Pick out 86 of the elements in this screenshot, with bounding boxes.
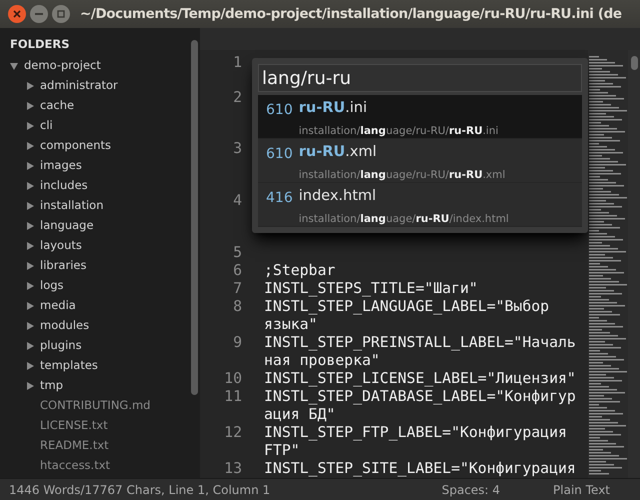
- line-number: 7: [232, 280, 242, 298]
- collapsed-arrow-icon[interactable]: [26, 322, 34, 330]
- result-score: 610: [266, 145, 293, 162]
- folder-item[interactable]: libraries: [40, 257, 86, 275]
- collapsed-arrow-icon[interactable]: [26, 382, 34, 390]
- collapsed-arrow-icon[interactable]: [26, 262, 34, 270]
- line-number: 1: [232, 54, 242, 72]
- syntax-status[interactable]: Plain Text: [553, 480, 610, 498]
- collapsed-arrow-icon[interactable]: [26, 222, 34, 230]
- collapsed-arrow-icon[interactable]: [26, 302, 34, 310]
- maximize-icon: [57, 10, 65, 18]
- folder-item[interactable]: language: [40, 217, 94, 235]
- result-score: 416: [266, 189, 293, 206]
- collapsed-arrow-icon[interactable]: [26, 122, 34, 130]
- folder-item[interactable]: templates: [40, 357, 98, 375]
- folder-item[interactable]: logs: [40, 277, 64, 295]
- file-item[interactable]: LICENSE.txt: [40, 417, 108, 435]
- minimize-button[interactable]: [30, 5, 48, 23]
- folder-item[interactable]: cli: [40, 117, 53, 135]
- minimize-icon: [35, 13, 43, 15]
- maximize-button[interactable]: [52, 5, 70, 23]
- result-item[interactable]: 610 ru-RU.xml installation/language/ru-RU/ru-RU.xml: [258, 139, 582, 183]
- indentation-status[interactable]: Spaces: 4: [442, 480, 500, 498]
- search-field[interactable]: lang/ru-ru: [258, 64, 582, 92]
- folder-item[interactable]: media: [40, 297, 76, 315]
- line-number: 5: [232, 244, 242, 262]
- line-number: 9: [232, 334, 242, 352]
- collapsed-arrow-icon[interactable]: [26, 242, 34, 250]
- result-name: ru-RU.xml: [298, 143, 378, 162]
- folder-item[interactable]: images: [40, 157, 82, 175]
- scrollbar-thumb[interactable]: [190, 40, 198, 395]
- folder-item[interactable]: installation: [40, 197, 104, 215]
- collapsed-arrow-icon[interactable]: [26, 82, 34, 90]
- result-score: 610: [266, 101, 293, 118]
- collapsed-arrow-icon[interactable]: [26, 182, 34, 190]
- code-line: INSTL_STEP_FTP_LABEL="Конфигурация FTP": [264, 424, 568, 460]
- line-number: 3: [232, 140, 242, 158]
- line-number: 2: [232, 88, 242, 107]
- folder-item[interactable]: includes: [40, 177, 88, 195]
- result-name: ru-RU.ini: [298, 99, 368, 118]
- line-number: 8: [232, 298, 242, 316]
- result-path: installation/language/ru-RU/ru-RU.ini: [298, 124, 498, 139]
- minimap-drawing[interactable]: [588, 56, 628, 476]
- sidebar-heading: FOLDERS: [9, 36, 70, 53]
- result-path: installation/language/ru-RU/ru-RU.xml: [298, 168, 506, 183]
- line-number: 12: [223, 424, 242, 442]
- result-item[interactable]: 416 index.html installation/language/ru-RU/index.html: [258, 183, 582, 227]
- file-item[interactable]: htaccess.txt: [40, 457, 110, 475]
- collapsed-arrow-icon[interactable]: [26, 342, 34, 350]
- status-position: 1446 Words/17767 Chars, Line 1, Column 1: [9, 482, 270, 498]
- scrollbar-thumb[interactable]: [630, 56, 638, 70]
- result-item[interactable]: 610 ru-RU.ini installation/language/ru-RU/ru-RU.ini: [258, 95, 582, 139]
- result-name: index.html: [298, 187, 378, 206]
- collapsed-arrow-icon[interactable]: [26, 202, 34, 210]
- collapsed-arrow-icon[interactable]: [26, 282, 34, 290]
- folder-item[interactable]: plugins: [40, 337, 82, 355]
- code-line: INSTL_STEP_LICENSE_LABEL="Лицензия": [264, 370, 576, 388]
- code-line: INSTL_STEP_DATABASE_LABEL="Конфигурация БД": [264, 388, 576, 424]
- line-number: 6: [232, 262, 242, 280]
- close-icon: [13, 10, 21, 18]
- folder-item[interactable]: components: [40, 137, 112, 155]
- close-button[interactable]: [8, 5, 26, 23]
- folder-item[interactable]: administrator: [40, 77, 118, 95]
- window-title: ~/Documents/Temp/demo-project/installation/language/ru-RU/ru-RU.ini (de: [80, 4, 622, 24]
- collapsed-arrow-icon[interactable]: [26, 362, 34, 370]
- collapsed-arrow-icon[interactable]: [26, 102, 34, 110]
- line-number: 4: [232, 192, 242, 210]
- folder-item[interactable]: demo-project: [24, 57, 101, 75]
- result-path: installation/language/ru-RU/index.html: [298, 212, 509, 227]
- code-line: INSTL_STEP_PREINSTALL_LABEL="Начальная проверка": [264, 334, 576, 370]
- folder-item[interactable]: modules: [40, 317, 90, 335]
- folder-item[interactable]: layouts: [40, 237, 82, 255]
- folder-item[interactable]: tmp: [40, 377, 64, 395]
- file-item[interactable]: README.txt: [40, 437, 109, 455]
- line-number: 11: [223, 388, 242, 406]
- line-number: 10: [223, 370, 242, 388]
- code-line: INSTL_STEP_LANGUAGE_LABEL="Выбор языка": [264, 298, 550, 334]
- code-line: INSTL_STEPS_TITLE="Шаги": [264, 280, 479, 298]
- collapsed-arrow-icon[interactable]: [26, 142, 34, 150]
- expanded-arrow-icon[interactable]: [10, 62, 18, 70]
- folder-item[interactable]: cache: [40, 97, 74, 115]
- code-line: INSTL_STEP_SITE_LABEL="Конфигурация: [264, 460, 576, 478]
- code-line: ;Stepbar: [264, 262, 336, 280]
- line-number: 13: [223, 460, 242, 478]
- file-item[interactable]: CONTRIBUTING.md: [40, 397, 150, 415]
- collapsed-arrow-icon[interactable]: [26, 162, 34, 170]
